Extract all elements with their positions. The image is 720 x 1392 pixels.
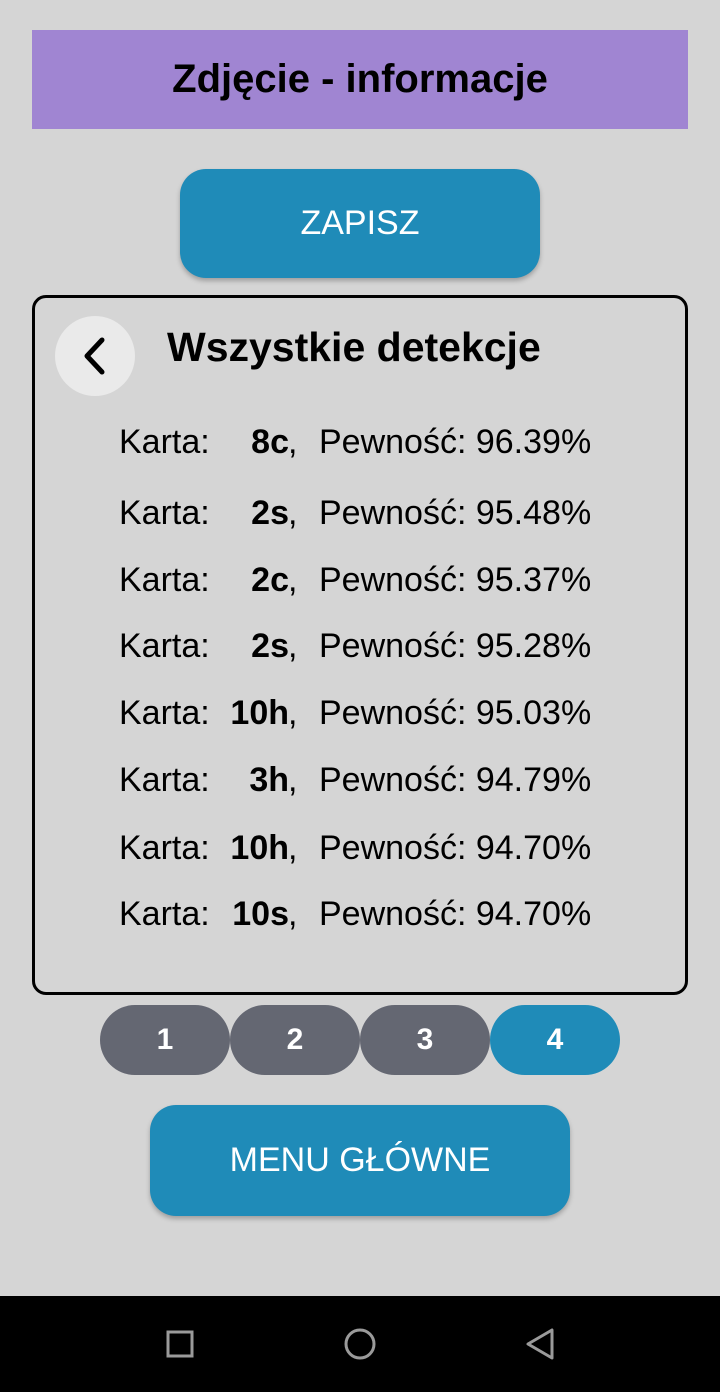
back-nav-button[interactable] <box>516 1320 564 1368</box>
confidence-text: Pewność: 94.70% <box>319 829 591 868</box>
confidence-label: Pewność: <box>319 423 467 461</box>
confidence-label: Pewność: <box>319 627 467 665</box>
recents-button[interactable] <box>156 1320 204 1368</box>
card-prefix: Karta: <box>119 694 210 732</box>
page-button-3[interactable]: 3 <box>360 1005 490 1075</box>
page-button-4[interactable]: 4 <box>490 1005 620 1075</box>
confidence-text: Pewność: 94.79% <box>319 761 591 800</box>
detection-row: Karta: 2c , Pewność: 95.37% <box>35 561 685 609</box>
back-triangle-icon <box>526 1328 554 1360</box>
title-bar: Zdjęcie - informacje <box>32 30 688 129</box>
confidence-value: 94.70% <box>475 895 592 933</box>
detection-row: Karta: 2s , Pewność: 95.48% <box>35 494 685 542</box>
detections-panel: Wszystkie detekcje Karta: 8c , Pewność: … <box>32 295 688 995</box>
confidence-value: 95.48% <box>475 494 592 532</box>
confidence-label: Pewność: <box>319 829 467 867</box>
confidence-text: Pewność: 95.37% <box>319 561 591 600</box>
detection-row: Karta: 10h , Pewność: 95.03% <box>35 694 685 742</box>
separator: , <box>288 627 298 665</box>
main-menu-button[interactable]: MENU GŁÓWNE <box>150 1105 570 1216</box>
card-prefix: Karta: <box>119 423 210 461</box>
card-prefix: Karta: <box>119 829 210 867</box>
confidence-label: Pewność: <box>319 761 467 799</box>
chevron-left-icon <box>84 337 105 375</box>
confidence-value: 96.39% <box>475 423 592 461</box>
page-button-2[interactable]: 2 <box>230 1005 360 1075</box>
card-prefix: Karta: <box>119 494 210 532</box>
recents-square-icon <box>166 1330 194 1358</box>
confidence-value: 95.37% <box>475 561 592 599</box>
confidence-value: 94.70% <box>475 829 592 867</box>
confidence-label: Pewność: <box>319 895 467 933</box>
confidence-text: Pewność: 95.48% <box>319 494 591 533</box>
card-value: 10h <box>230 829 289 867</box>
card-prefix: Karta: <box>119 761 210 799</box>
confidence-label: Pewność: <box>319 494 467 532</box>
card-prefix: Karta: <box>119 561 210 599</box>
separator: , <box>288 494 298 532</box>
card-value: 3h <box>249 761 289 799</box>
confidence-label: Pewność: <box>319 694 467 732</box>
card-value: 10s <box>232 895 289 933</box>
separator: , <box>288 561 298 599</box>
save-button[interactable]: ZAPISZ <box>180 169 540 278</box>
card-prefix: Karta: <box>119 627 210 665</box>
card-value: 2c <box>251 561 289 599</box>
card-value: 2s <box>251 627 289 665</box>
screen: Zdjęcie - informacje ZAPISZ Wszystkie de… <box>0 0 720 1392</box>
confidence-value: 95.03% <box>475 694 592 732</box>
detection-row: Karta: 3h , Pewność: 94.79% <box>35 761 685 809</box>
panel-title: Wszystkie detekcje <box>167 324 541 370</box>
card-value: 8c <box>251 423 289 461</box>
system-nav-bar <box>0 1296 720 1392</box>
detection-row: Karta: 10s , Pewność: 94.70% <box>35 895 685 943</box>
confidence-value: 95.28% <box>475 627 592 665</box>
separator: , <box>288 423 298 461</box>
separator: , <box>288 761 298 799</box>
separator: , <box>288 694 298 732</box>
page-title: Zdjęcie - informacje <box>172 57 548 101</box>
detection-row: Karta: 10h , Pewność: 94.70% <box>35 829 685 877</box>
confidence-label: Pewność: <box>319 561 467 599</box>
card-prefix: Karta: <box>119 895 210 933</box>
page-button-1[interactable]: 1 <box>100 1005 230 1075</box>
confidence-text: Pewność: 95.03% <box>319 694 591 733</box>
separator: , <box>288 895 298 933</box>
detection-row: Karta: 8c , Pewność: 96.39% <box>35 423 685 471</box>
confidence-text: Pewność: 94.70% <box>319 895 591 934</box>
home-circle-icon <box>344 1328 376 1360</box>
detection-row: Karta: 2s , Pewność: 95.28% <box>35 627 685 675</box>
card-value: 2s <box>251 494 289 532</box>
confidence-text: Pewność: 95.28% <box>319 627 591 666</box>
home-button[interactable] <box>336 1320 384 1368</box>
confidence-text: Pewność: 96.39% <box>319 423 591 462</box>
back-button[interactable] <box>55 316 135 396</box>
card-value: 10h <box>230 694 289 732</box>
separator: , <box>288 829 298 867</box>
confidence-value: 94.79% <box>475 761 592 799</box>
